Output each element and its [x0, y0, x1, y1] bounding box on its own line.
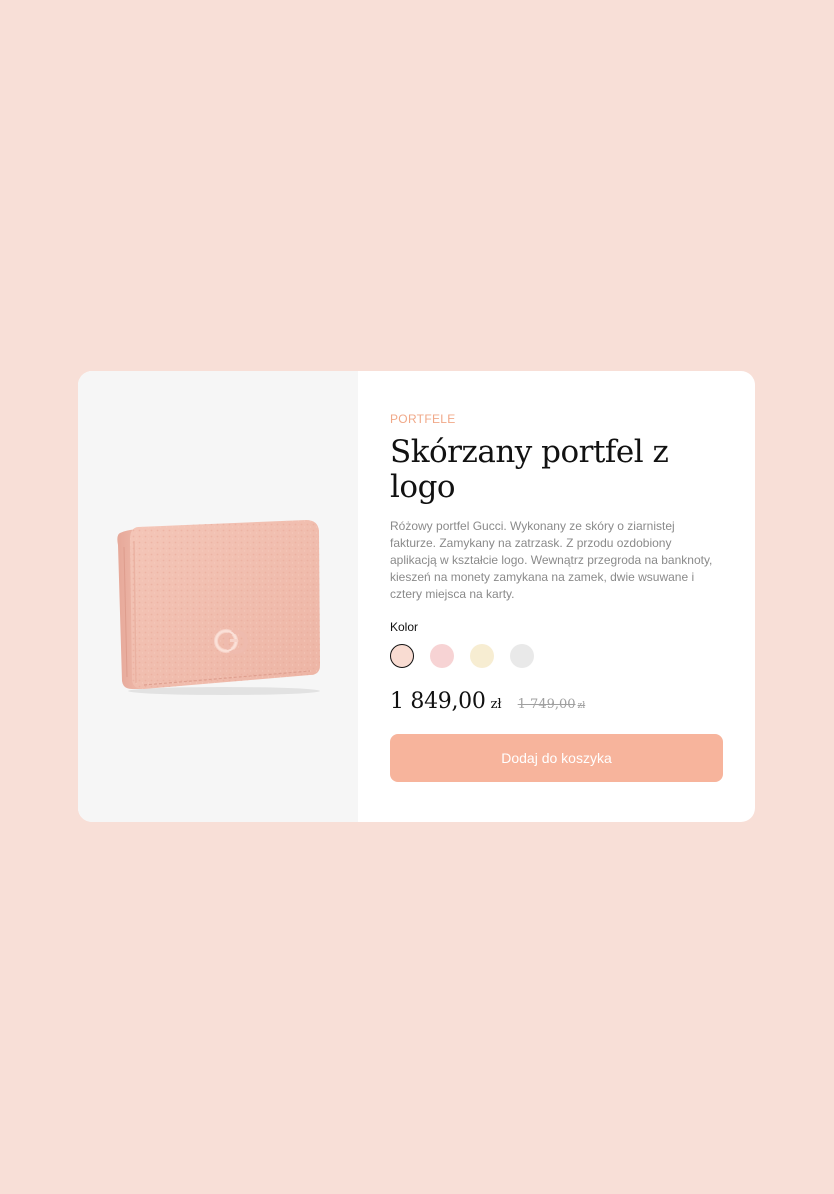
- product-card: PORTFELE Skórzany portfel z logo Różowy …: [78, 371, 755, 822]
- current-price: 1 849,00: [390, 689, 486, 714]
- product-image-panel: [78, 371, 358, 822]
- color-swatches: [390, 644, 534, 668]
- color-swatch-cream[interactable]: [470, 644, 494, 668]
- product-title: Skórzany portfel z logo: [390, 434, 669, 505]
- old-price: 1 749,00: [517, 697, 576, 712]
- color-label: Kolor: [390, 620, 419, 634]
- product-info: PORTFELE Skórzany portfel z logo Różowy …: [358, 371, 755, 822]
- color-swatch-grey[interactable]: [510, 644, 534, 668]
- product-image: [117, 520, 320, 695]
- product-category[interactable]: PORTFELE: [390, 412, 456, 426]
- old-price-currency: zł: [577, 701, 586, 711]
- price-row: 1 849,00 zł 1 749,00 zł: [390, 689, 585, 714]
- color-swatch-pink[interactable]: [430, 644, 454, 668]
- product-description: Różowy portfel Gucci. Wykonany ze skóry …: [390, 519, 713, 601]
- current-price-currency: zł: [490, 697, 502, 712]
- color-swatch-peach[interactable]: [390, 644, 414, 668]
- add-to-cart-button[interactable]: Dodaj do koszyka: [390, 734, 723, 782]
